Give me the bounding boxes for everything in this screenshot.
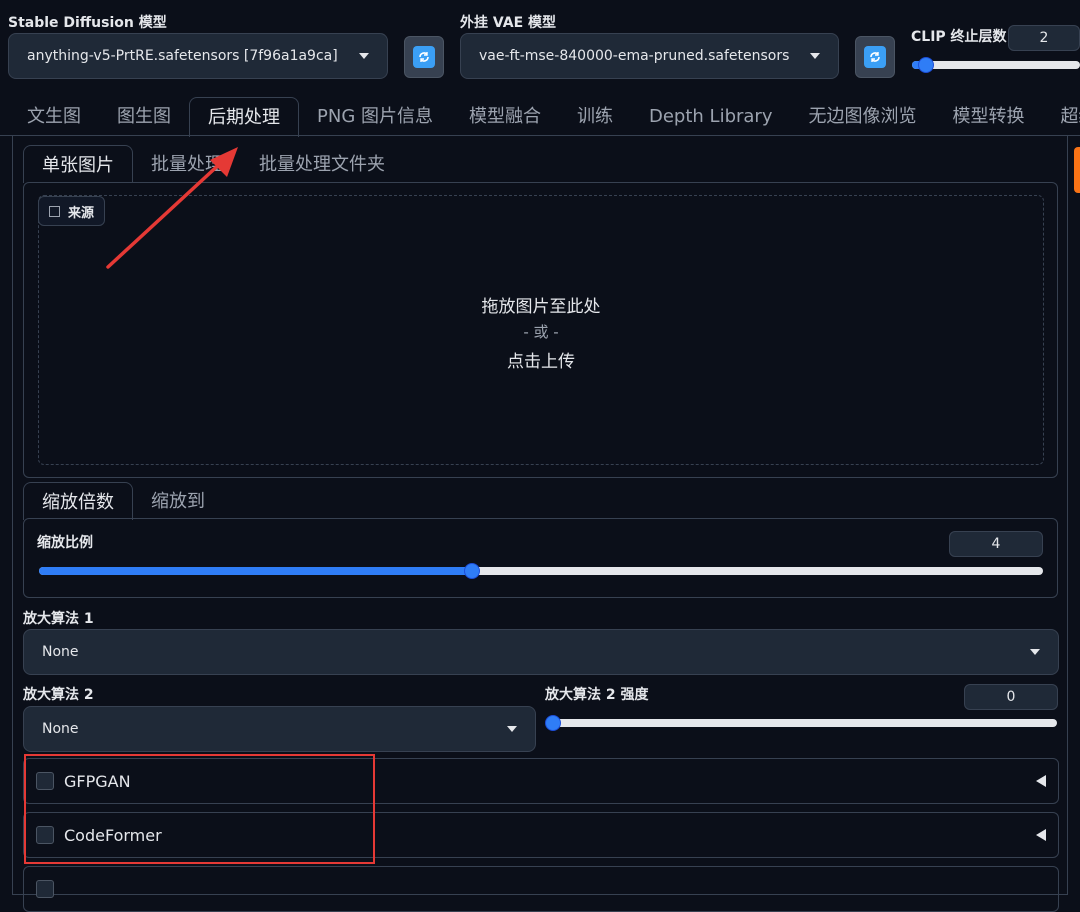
main-tab-8[interactable]: 模型转换 [935, 97, 1043, 137]
upscaler2-label: 放大算法 2 [23, 684, 94, 704]
scale-slider-fill [39, 567, 471, 575]
scale-label: 缩放比例 [37, 532, 93, 552]
refresh-icon [864, 46, 886, 68]
refresh-icon [413, 46, 435, 68]
main-tab-4[interactable]: 模型融合 [451, 97, 559, 137]
red-arrow-annotation [100, 140, 250, 275]
resize-tab-0[interactable]: 缩放倍数 [23, 482, 133, 520]
scale-value-input[interactable]: 4 [949, 531, 1043, 557]
refresh-sd-model-button[interactable] [404, 36, 444, 78]
sd-model-value: anything-v5-PrtRE.safetensors [7f96a1a9c… [27, 48, 359, 64]
clip-slider[interactable] [912, 61, 1080, 69]
main-tab-1[interactable]: 图生图 [99, 97, 189, 137]
upscaler2-value: None [42, 721, 507, 737]
upscaler2-dropdown[interactable]: None [23, 706, 536, 752]
main-tab-9[interactable]: 超级 [1043, 97, 1080, 137]
scale-slider-thumb[interactable] [464, 563, 480, 579]
orange-side-button[interactable] [1074, 147, 1080, 193]
upscaler2-strength-input[interactable]: 0 [964, 684, 1058, 710]
main-tab-5[interactable]: 训练 [559, 97, 631, 137]
refresh-vae-button[interactable] [855, 36, 895, 78]
upscaler2-strength-slider[interactable] [552, 719, 1057, 727]
scale-slider[interactable] [39, 567, 1043, 575]
resize-tab-bar: 缩放倍数缩放到 [23, 482, 223, 520]
source-badge-label: 来源 [68, 202, 94, 221]
main-tab-2[interactable]: 后期处理 [189, 97, 299, 137]
image-icon [49, 206, 60, 217]
chevron-down-icon [1030, 649, 1040, 655]
collapse-triangle-icon[interactable] [1036, 775, 1046, 787]
chevron-down-icon [359, 53, 369, 59]
upscaler2-strength-label: 放大算法 2 强度 [545, 684, 649, 704]
partial-checkbox[interactable] [36, 880, 54, 898]
upscaler1-label: 放大算法 1 [23, 608, 94, 628]
main-tab-bar: 文生图图生图后期处理PNG 图片信息模型融合训练Depth Library无边图… [9, 97, 1080, 137]
clip-slider-thumb[interactable] [918, 57, 934, 73]
sd-model-label: Stable Diffusion 模型 [8, 12, 167, 32]
upscaler2-strength-slider-thumb[interactable] [545, 715, 561, 731]
sd-model-dropdown[interactable]: anything-v5-PrtRE.safetensors [7f96a1a9c… [8, 33, 388, 79]
main-tab-7[interactable]: 无边图像浏览 [791, 97, 935, 137]
chevron-down-icon [507, 726, 517, 732]
or-text: - 或 - [38, 321, 1044, 342]
red-highlight-box [24, 754, 375, 864]
clip-label: CLIP 终止层数 [911, 26, 1007, 46]
source-badge: 来源 [38, 196, 105, 226]
vae-label: 外挂 VAE 模型 [460, 12, 556, 32]
accordion-partial[interactable] [23, 866, 1059, 912]
upscaler1-dropdown[interactable]: None [23, 629, 1059, 675]
main-tab-3[interactable]: PNG 图片信息 [299, 97, 451, 137]
main-tab-0[interactable]: 文生图 [9, 97, 99, 137]
upscaler1-value: None [42, 644, 1030, 660]
drop-text: 拖放图片至此处 [38, 292, 1044, 317]
vae-dropdown[interactable]: vae-ft-mse-840000-ema-pruned.safetensors [460, 33, 839, 79]
chevron-down-icon [810, 53, 820, 59]
vae-value: vae-ft-mse-840000-ema-pruned.safetensors [479, 48, 810, 64]
sub-tab-2[interactable]: 批量处理文件夹 [241, 145, 403, 183]
click-upload-text[interactable]: 点击上传 [38, 347, 1044, 372]
collapse-triangle-icon[interactable] [1036, 829, 1046, 841]
scale-panel [23, 518, 1058, 598]
clip-value-input[interactable]: 2 [1008, 25, 1080, 51]
resize-tab-1[interactable]: 缩放到 [133, 482, 223, 520]
main-tab-6[interactable]: Depth Library [631, 97, 791, 137]
